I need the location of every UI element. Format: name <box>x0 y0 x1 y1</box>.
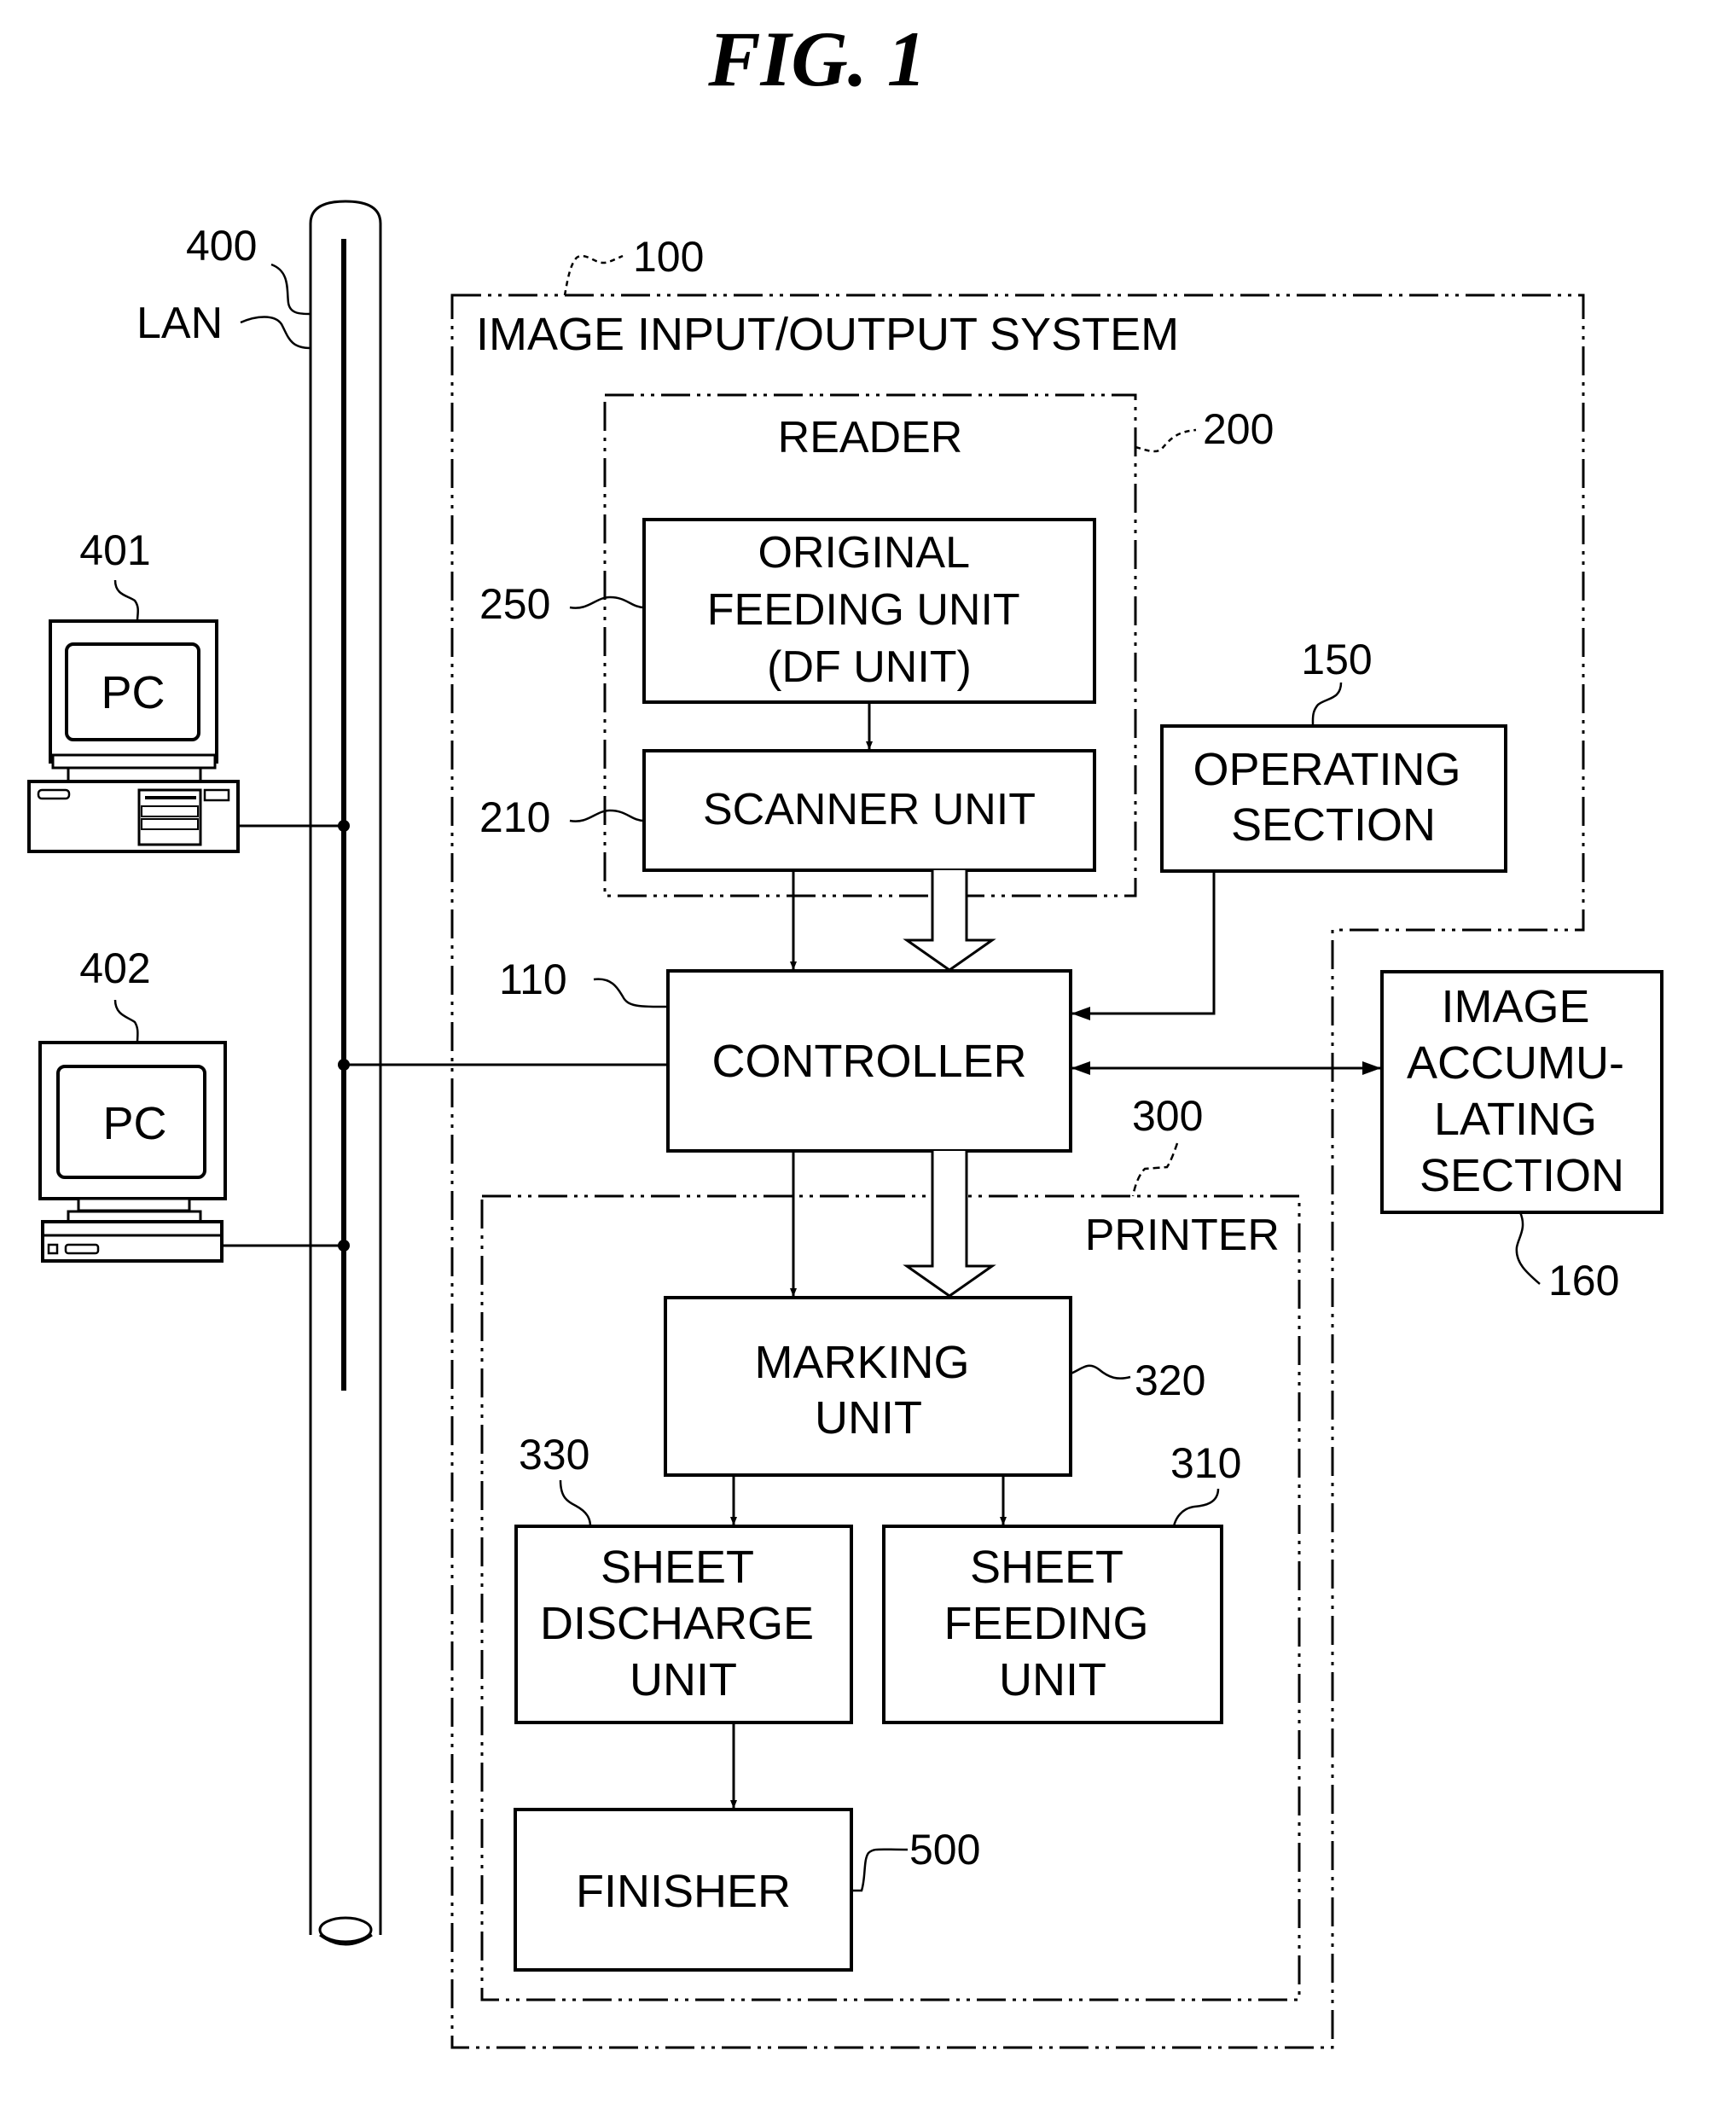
sheet-discharge-unit-ref-number: 330 <box>519 1431 589 1478</box>
scanner-image-data-arrow <box>903 870 996 972</box>
pc-401-ref-leader <box>113 579 139 622</box>
operating-to-controller-arrow <box>1071 871 1216 1020</box>
lan-ref-number: 400 <box>186 222 257 270</box>
lan-label: LAN <box>136 299 223 348</box>
lan-label-leader <box>240 316 311 350</box>
pc-401-label: PC <box>101 667 165 718</box>
pc-402-base <box>41 1220 224 1263</box>
sheet-discharge-unit-ref-leader <box>559 1479 592 1527</box>
operating-section-ref-number: 150 <box>1301 636 1372 683</box>
printer-label: PRINTER <box>1085 1211 1280 1260</box>
scanner-unit-ref-number: 210 <box>479 793 550 841</box>
reader-label: READER <box>778 413 963 462</box>
finisher[interactable]: FINISHER <box>514 1808 853 1972</box>
controller-ref-number: 110 <box>499 956 567 1003</box>
controller-label: CONTROLLER <box>711 1036 1026 1087</box>
controller-ref-leader <box>593 978 669 1008</box>
scanner-unit-ref-leader <box>569 809 645 822</box>
image-io-system-label: IMAGE INPUT/OUTPUT SYSTEM <box>476 309 1179 360</box>
marking-unit-ref-number: 320 <box>1135 1356 1205 1404</box>
image-accumulating-section[interactable]: IMAGE ACCUMU- LATING SECTION <box>1380 970 1663 1214</box>
image-accumulating-section-ref-leader <box>1515 1211 1541 1285</box>
controller-to-marking-data-arrow <box>903 1151 996 1298</box>
reader-ref-leader <box>1135 428 1197 453</box>
pc-402-junction <box>338 1240 350 1252</box>
pc-402-ref-number: 402 <box>79 944 150 992</box>
operating-section[interactable]: OPERATING SECTION <box>1160 724 1507 873</box>
sheet-feeding-unit[interactable]: SHEET FEEDING UNIT <box>882 1525 1223 1724</box>
printer-ref-leader <box>1131 1142 1179 1197</box>
figure-title: FIG. 1 <box>707 15 926 102</box>
image-accumulating-section-ref-number: 160 <box>1548 1257 1619 1304</box>
pc-402-ref-leader <box>113 999 139 1043</box>
reader-ref-number: 200 <box>1203 405 1274 453</box>
pc-401-ref-number: 401 <box>79 526 150 574</box>
finisher-ref-number: 500 <box>909 1826 980 1874</box>
operating-section-ref-leader <box>1311 682 1343 727</box>
image-io-system-ref-number: 100 <box>633 233 704 281</box>
finisher-ref-leader <box>851 1848 909 1892</box>
lan-ref-leader <box>270 263 311 316</box>
controller[interactable]: CONTROLLER <box>666 969 1072 1153</box>
sheet-feeding-unit-ref-number: 310 <box>1170 1439 1241 1487</box>
image-io-system-ref-leader <box>563 254 624 296</box>
marking-unit-ref-leader <box>1070 1364 1131 1380</box>
original-feeding-unit[interactable]: ORIGINAL FEEDING UNIT (DF UNIT) <box>642 518 1096 704</box>
original-feeding-unit-ref-leader <box>569 595 645 609</box>
pc-401[interactable]: PC <box>27 619 240 853</box>
finisher-label: FINISHER <box>576 1866 791 1917</box>
original-feeding-unit-ref-number: 250 <box>479 580 550 628</box>
pc-402[interactable]: PC <box>38 1041 227 1263</box>
marking-unit[interactable]: MARKING UNIT <box>664 1296 1072 1477</box>
printer-ref-number: 300 <box>1132 1092 1203 1140</box>
pc-402-label: PC <box>102 1098 166 1149</box>
sheet-discharge-unit[interactable]: SHEET DISCHARGE UNIT <box>514 1525 853 1724</box>
sheet-feeding-unit-ref-leader <box>1172 1488 1220 1527</box>
scanner-unit[interactable]: SCANNER UNIT <box>642 749 1096 872</box>
controller-junction <box>338 1059 350 1071</box>
lan-cable <box>309 200 382 1946</box>
scanner-unit-label: SCANNER UNIT <box>703 785 1036 834</box>
pc-401-junction <box>338 820 350 832</box>
system-block-diagram: FIG. 1 400 LAN PC 401 PC 402 IMAGE INPUT… <box>27 15 1663 2049</box>
